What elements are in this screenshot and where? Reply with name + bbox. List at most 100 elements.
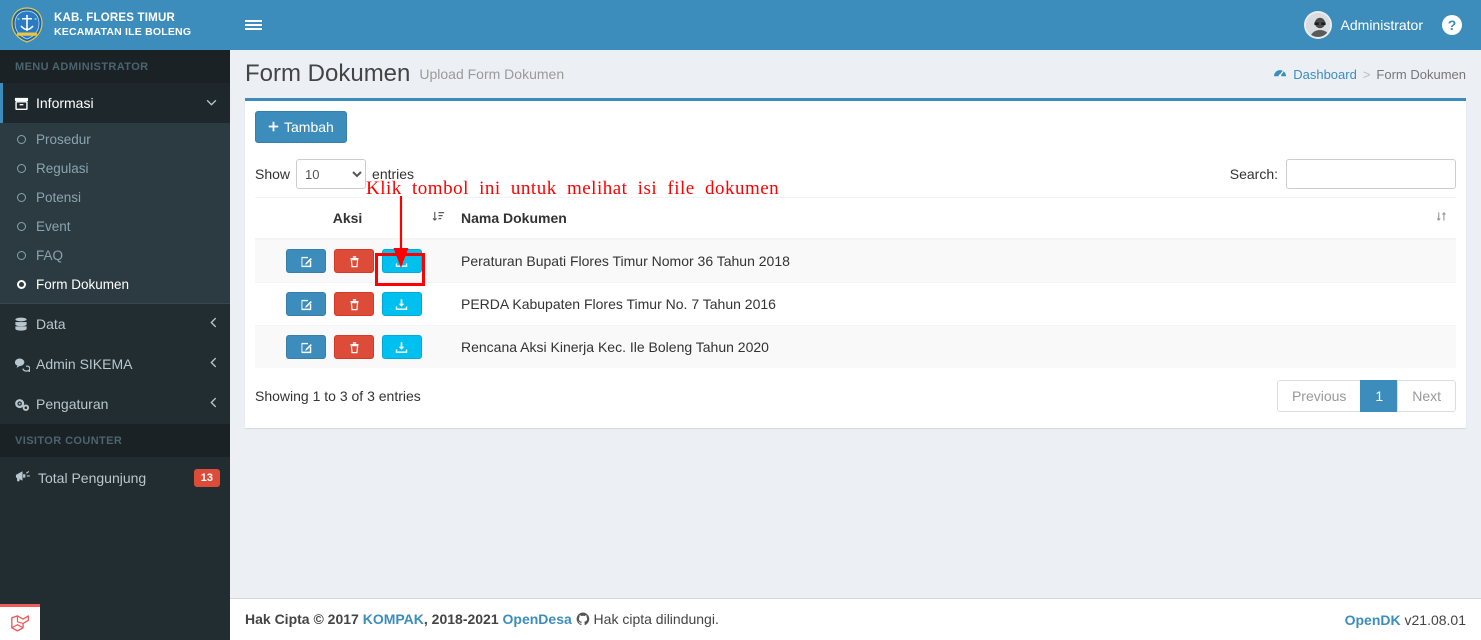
circle-o-icon — [17, 251, 26, 260]
content-area: Tambah Show 10 25 50 100 entries Search: — [230, 98, 1481, 598]
sidebar-item-faq[interactable]: FAQ — [0, 241, 230, 270]
sidebar-item-total-pengunjung[interactable]: Total Pengunjung 13 — [0, 457, 230, 499]
content-header: Form Dokumen Upload Form Dokumen Dashboa… — [230, 50, 1481, 98]
cell-nama-dokumen: PERDA Kabupaten Flores Timur No. 7 Tahun… — [453, 282, 1456, 326]
emblem-svg — [11, 7, 43, 43]
github-icon — [576, 612, 590, 629]
sidebar-subitem-label: Form Dokumen — [36, 277, 130, 292]
search-control: Search: — [1230, 159, 1456, 189]
cell-aksi — [255, 282, 453, 326]
visitor-count-badge: 13 — [193, 469, 220, 487]
breadcrumb-separator: > — [1362, 66, 1371, 82]
cell-nama-dokumen: Rencana Aksi Kinerja Kec. Ile Boleng Tah… — [453, 325, 1456, 368]
sidebar-item-potensi[interactable]: Potensi — [0, 183, 230, 212]
laravel-logo-badge[interactable] — [0, 604, 40, 640]
sidebar-subitem-label: Regulasi — [36, 161, 89, 176]
page-length-control: Show 10 25 50 100 entries — [255, 159, 414, 189]
sidebar-submenu-informasi: Prosedur Regulasi Potensi Event FAQ Form… — [0, 123, 230, 303]
sidebar-item-form-dokumen[interactable]: Form Dokumen — [0, 270, 230, 299]
top-navbar: Administrator ? — [230, 0, 1481, 50]
sidebar-item-informasi[interactable]: Informasi — [0, 83, 230, 123]
brand-header[interactable]: KAB. FLORES TIMUR KECAMATAN ILE BOLENG — [0, 0, 230, 50]
box-body: Show 10 25 50 100 entries Search: — [245, 153, 1466, 428]
sidebar-visitor-header: VISITOR COUNTER — [0, 424, 230, 457]
sidebar-subitem-label: Potensi — [36, 190, 82, 205]
search-input[interactable] — [1286, 159, 1456, 189]
sidebar-subitem-label: FAQ — [36, 248, 64, 263]
question-circle-icon[interactable]: ? — [1435, 0, 1469, 50]
cell-aksi — [255, 325, 453, 368]
table-head: Aksi Nama Dokumen — [255, 197, 1456, 240]
datatable-footer: Showing 1 to 3 of 3 entries Previous 1 N… — [255, 368, 1456, 418]
download-button[interactable] — [381, 249, 422, 273]
add-button[interactable]: Tambah — [255, 111, 347, 143]
sidebar-group-list: Data Admin SIKEMA Pengaturan — [0, 303, 230, 424]
ntt-emblem-icon — [8, 6, 46, 44]
page-footer: Hak Cipta © 2017 KOMPAK, 2018-2021 OpenD… — [230, 598, 1481, 640]
sidebar-item-event[interactable]: Event — [0, 212, 230, 241]
hamburger-lines — [244, 18, 262, 32]
database-icon — [14, 317, 36, 332]
documents-table: Aksi Nama Dokumen Peraturan Bupati Flore… — [255, 197, 1456, 368]
footer-brand-opendk[interactable]: OpenDK — [1345, 612, 1401, 628]
table-header-row: Aksi Nama Dokumen — [255, 197, 1456, 240]
column-header-nama-dokumen[interactable]: Nama Dokumen — [453, 197, 1456, 240]
circle-o-icon — [17, 222, 26, 231]
search-label: Search: — [1229, 166, 1278, 182]
pagination: Previous 1 Next — [1276, 380, 1456, 412]
pagination-previous[interactable]: Previous — [1276, 380, 1362, 412]
column-header-aksi-inner: Aksi — [263, 210, 445, 226]
column-header-nama-inner: Nama Dokumen — [461, 210, 1448, 226]
sidebar-item-regulasi[interactable]: Regulasi — [0, 154, 230, 183]
edit-button[interactable] — [286, 249, 327, 273]
sidebar: KAB. FLORES TIMUR KECAMATAN ILE BOLENG M… — [0, 0, 230, 640]
sidebar-item-prosedur[interactable]: Prosedur — [0, 125, 230, 154]
edit-button[interactable] — [286, 292, 327, 316]
comments-icon — [14, 357, 36, 372]
chevron-left-icon — [210, 357, 217, 371]
sidebar-item-label: Admin SIKEMA — [36, 356, 133, 372]
delete-button[interactable] — [334, 335, 374, 359]
sidebar-menu-header: MENU ADMINISTRATOR — [0, 50, 230, 83]
breadcrumb-current: Form Dokumen — [1376, 66, 1466, 82]
column-label-nama-dokumen: Nama Dokumen — [461, 210, 567, 226]
footer-link-opendesa[interactable]: OpenDesa — [503, 611, 572, 627]
edit-button[interactable] — [286, 335, 327, 359]
chevron-down-icon — [206, 97, 217, 109]
circle-o-icon — [17, 193, 26, 202]
table-body: Peraturan Bupati Flores Timur Nomor 36 T… — [255, 238, 1456, 368]
sidebar-item-pengaturan[interactable]: Pengaturan — [0, 384, 230, 424]
footer-copyright: Hak Cipta © 2017 — [245, 610, 359, 627]
table-row: Rencana Aksi Kinerja Kec. Ile Boleng Tah… — [255, 325, 1456, 368]
breadcrumb-dashboard[interactable]: Dashboard — [1293, 67, 1357, 82]
sidebar-item-admin-sikema[interactable]: Admin SIKEMA — [0, 344, 230, 384]
archive-icon — [14, 96, 36, 111]
chevron-left-icon — [210, 397, 217, 411]
brand-line-2: KECAMATAN ILE BOLENG — [54, 25, 192, 38]
gears-icon — [14, 397, 36, 412]
hamburger-icon[interactable] — [230, 0, 276, 50]
download-button[interactable] — [381, 292, 422, 316]
user-menu[interactable]: Administrator — [1292, 0, 1435, 50]
datatable-toolbar: Show 10 25 50 100 entries Search: — [255, 153, 1456, 197]
download-button[interactable] — [381, 335, 422, 359]
sidebar-subitem-label: Event — [36, 219, 71, 234]
footer-link-kompak[interactable]: KOMPAK — [363, 611, 424, 627]
box-header: Tambah — [245, 101, 1466, 153]
sidebar-item-label: Pengaturan — [36, 396, 109, 412]
laravel-icon — [11, 615, 30, 632]
page-length-select[interactable]: 10 25 50 100 — [296, 159, 367, 189]
topbar-right-group: Administrator ? — [1292, 0, 1481, 50]
svg-text:?: ? — [1448, 17, 1457, 33]
footer-version: v21.08.01 — [1404, 611, 1467, 628]
avatar — [1303, 11, 1332, 39]
pagination-page-1[interactable]: 1 — [1360, 380, 1399, 412]
column-header-aksi[interactable]: Aksi — [255, 197, 453, 240]
delete-button[interactable] — [334, 249, 374, 273]
footer-right: OpenDK v21.08.01 — [1345, 612, 1466, 628]
sidebar-item-data[interactable]: Data — [0, 304, 230, 344]
pagination-next[interactable]: Next — [1397, 380, 1456, 412]
delete-button[interactable] — [334, 292, 374, 316]
plus-icon — [268, 119, 279, 135]
page-title: Form Dokumen — [245, 60, 411, 87]
